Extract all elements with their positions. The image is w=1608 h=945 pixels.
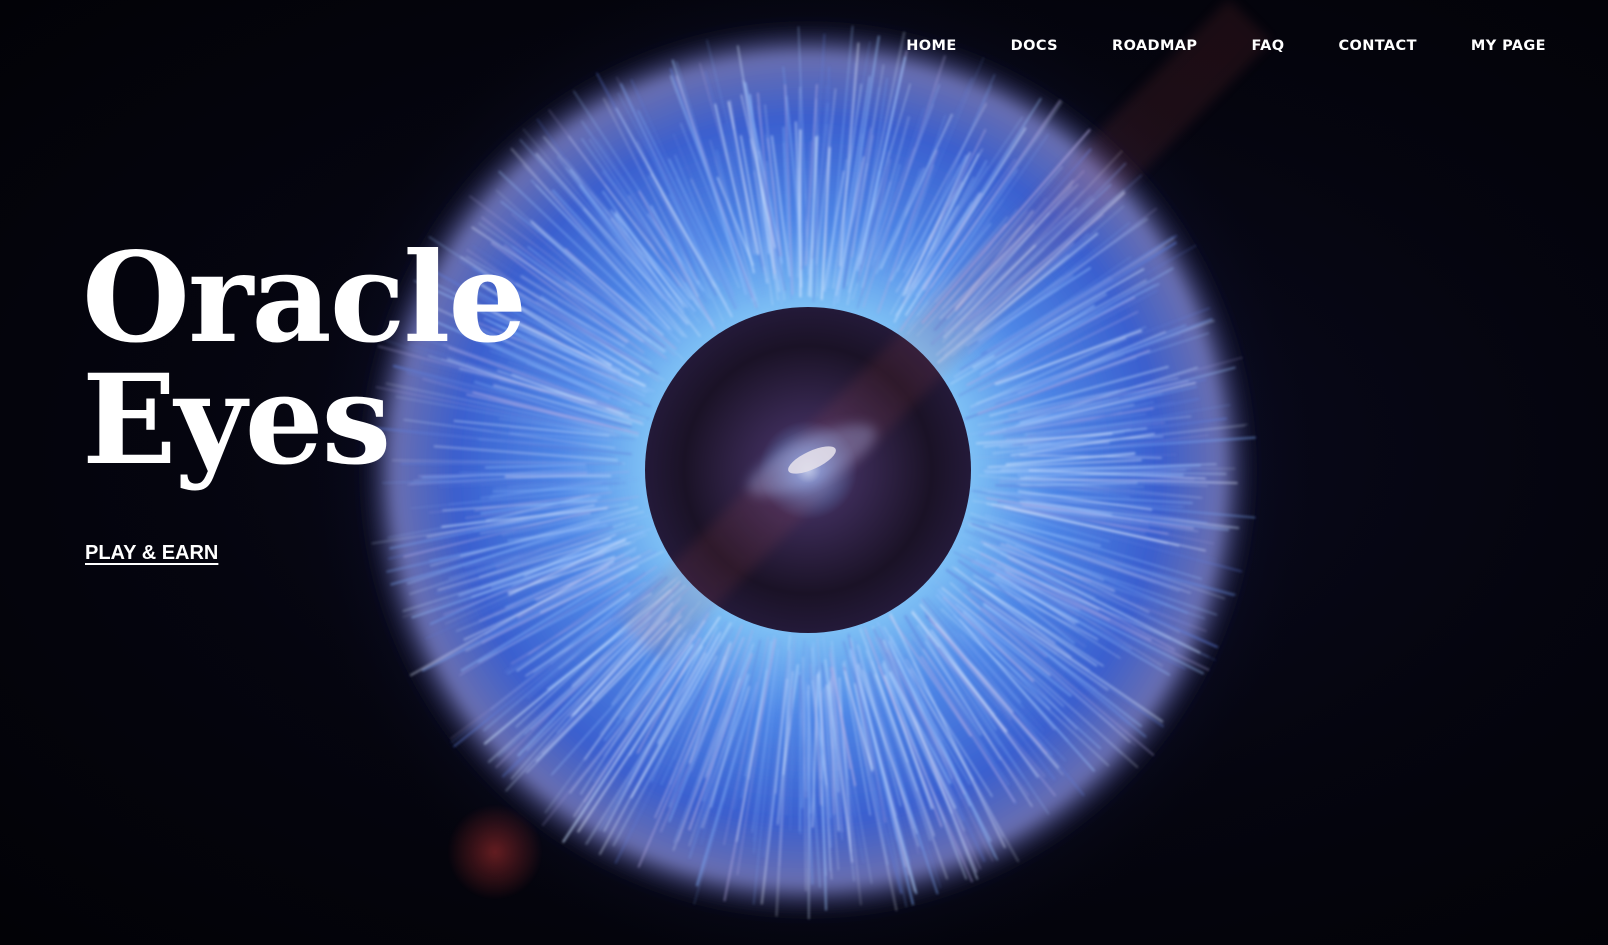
top-nav: HOME DOCS ROADMAP FAQ CONTACT MY PAGE: [906, 38, 1546, 54]
hero-title: Oracle Eyes: [82, 226, 527, 493]
hero-section: HOME DOCS ROADMAP FAQ CONTACT MY PAGE Or…: [0, 0, 1608, 945]
nav-docs-link[interactable]: DOCS: [1011, 38, 1058, 54]
hero-title-line-1: Oracle: [82, 226, 527, 371]
nav-faq-link[interactable]: FAQ: [1251, 38, 1284, 54]
nav-contact-link[interactable]: CONTACT: [1338, 38, 1416, 54]
nav-roadmap-link[interactable]: ROADMAP: [1112, 38, 1197, 54]
play-and-earn-link[interactable]: PLAY & EARN: [85, 542, 218, 565]
nav-home-link[interactable]: HOME: [906, 38, 956, 54]
nav-my-page-link[interactable]: MY PAGE: [1471, 38, 1546, 54]
hero-title-line-2: Eyes: [82, 348, 391, 493]
